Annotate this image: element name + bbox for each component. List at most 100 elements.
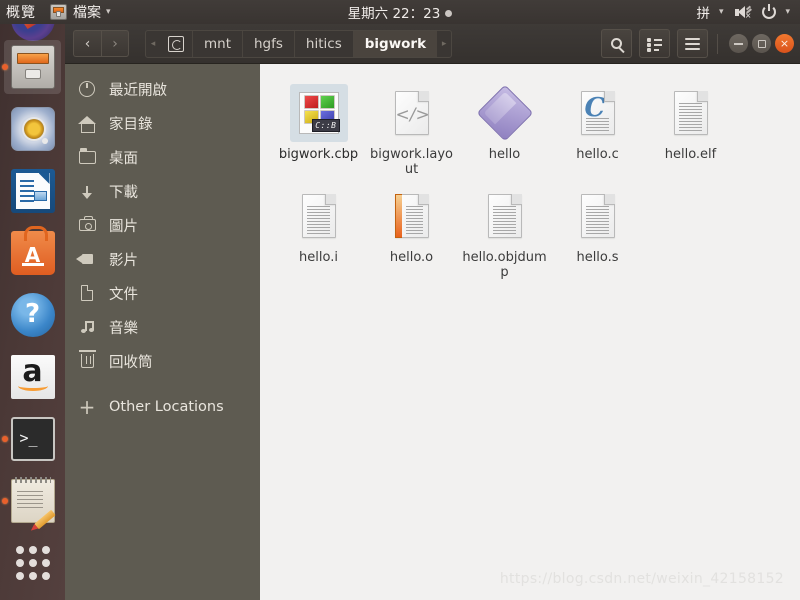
sidebar-item-label: 桌面: [109, 150, 138, 167]
sidebar-item-documents[interactable]: 文件: [65, 276, 260, 310]
window-body: 最近開啟 家目錄 桌面 下載 圖片 影片 文件 音樂 回收筒 + Other L…: [65, 64, 800, 600]
view-toggle-button[interactable]: [639, 29, 670, 58]
breadcrumb-root-device[interactable]: [160, 31, 192, 57]
file-item-bigwork-cbp[interactable]: C::B bigwork.cbp: [272, 80, 365, 183]
xml-document-icon: </>: [394, 91, 430, 135]
sidebar-item-label: 家目錄: [109, 116, 153, 133]
sidebar-item-pictures[interactable]: 圖片: [65, 208, 260, 242]
desktop-screen: 概覽 檔案 ▾ 星期六 22：23 拼 ▾ × ▾ A ? a >_ ‹ › ◂…: [0, 0, 800, 600]
launcher-item-text-editor[interactable]: [0, 470, 65, 532]
maximize-button[interactable]: [752, 34, 771, 53]
amazon-icon: [10, 355, 55, 399]
file-thumbnail: C: [569, 84, 627, 142]
launcher-item-show-applications[interactable]: [0, 532, 65, 594]
file-name-label: hello: [488, 147, 521, 162]
search-button[interactable]: [601, 29, 632, 58]
sound-indicator[interactable]: ×: [731, 0, 754, 24]
minimize-button[interactable]: [729, 34, 748, 53]
forward-button[interactable]: ›: [101, 30, 129, 57]
file-name-label: hello.elf: [664, 147, 717, 162]
file-item-hello-elf[interactable]: hello.elf: [644, 80, 737, 183]
plus-icon: +: [78, 395, 96, 419]
sidebar-item-label: 下載: [109, 184, 138, 201]
clock-dot-icon: [445, 10, 453, 17]
overview-button[interactable]: 概覽: [6, 2, 36, 22]
file-name-label: bigwork.layout: [370, 147, 453, 177]
file-item-hello-s[interactable]: hello.s: [551, 183, 644, 286]
sidebar-item-label: 最近開啟: [109, 82, 167, 99]
video-icon: [75, 249, 97, 269]
c-source-icon: C: [580, 91, 615, 135]
files-icon: [10, 45, 55, 89]
app-menu-title[interactable]: 檔案: [73, 2, 101, 22]
unity-top-panel: 概覽 檔案 ▾ 星期六 22：23 拼 ▾ × ▾: [0, 0, 800, 24]
c-letter-label: C: [584, 93, 606, 123]
breadcrumb-scroll-right-icon[interactable]: ▸: [437, 39, 451, 49]
back-button[interactable]: ‹: [73, 30, 101, 57]
text-document-icon: [487, 194, 522, 238]
file-name-label: hello.i: [299, 250, 338, 265]
launcher-item-files[interactable]: [0, 36, 65, 98]
disk-icon: [168, 35, 184, 52]
system-menu[interactable]: ▾: [758, 0, 794, 24]
app-grid-icon: [15, 546, 50, 580]
file-item-hello[interactable]: hello: [458, 80, 551, 183]
sidebar-item-recent[interactable]: 最近開啟: [65, 72, 260, 106]
libreoffice-icon: [10, 169, 55, 213]
launcher-item-libreoffice[interactable]: [0, 160, 65, 222]
file-item-hello-i[interactable]: hello.i: [272, 183, 365, 286]
sidebar-item-label: 文件: [109, 286, 138, 303]
sidebar-item-desktop[interactable]: 桌面: [65, 140, 260, 174]
chevron-down-icon[interactable]: ▾: [106, 7, 111, 17]
music-icon: [77, 317, 97, 337]
launcher-item-ubuntu-software[interactable]: [0, 222, 65, 284]
sidebar-separator: [65, 378, 260, 390]
sidebar-item-label: 音樂: [109, 320, 138, 337]
file-view[interactable]: C::B bigwork.cbp </> bigwork.layout hell…: [260, 64, 800, 600]
sidebar-item-downloads[interactable]: 下載: [65, 174, 260, 208]
keyboard-indicator[interactable]: 拼 ▾: [692, 0, 727, 24]
rhythmbox-icon: [10, 107, 55, 151]
file-thumbnail: [569, 187, 627, 245]
file-item-hello-c[interactable]: C hello.c: [551, 80, 644, 183]
sidebar-item-trash[interactable]: 回收筒: [65, 344, 260, 378]
breadcrumb-item-hitics[interactable]: hitics: [293, 30, 353, 57]
codeblocks-project-icon: C::B: [298, 92, 340, 134]
toolbar-divider: [717, 33, 718, 54]
running-indicator-dot: [2, 436, 8, 442]
folder-icon: [77, 147, 97, 167]
files-cabinet-icon: [50, 4, 67, 20]
home-icon: [77, 113, 97, 133]
unity-launcher: [0, 0, 65, 600]
file-item-bigwork-layout[interactable]: </> bigwork.layout: [365, 80, 458, 183]
sidebar-item-music[interactable]: 音樂: [65, 310, 260, 344]
sidebar-item-other-locations[interactable]: + Other Locations: [65, 390, 260, 424]
maximize-icon: [757, 39, 766, 48]
launcher-item-rhythmbox[interactable]: [0, 98, 65, 160]
launcher-item-terminal[interactable]: [0, 408, 65, 470]
launcher-item-help[interactable]: [0, 284, 65, 346]
file-item-hello-objdump[interactable]: hello.objdump: [458, 183, 551, 286]
running-indicator-dot: [2, 64, 8, 70]
sidebar-item-label: 影片: [109, 252, 138, 269]
breadcrumb-item-hgfs[interactable]: hgfs: [242, 30, 294, 57]
text-document-icon: [301, 194, 336, 238]
close-button[interactable]: ×: [775, 34, 794, 53]
minimize-icon: [734, 42, 743, 45]
file-name-label: hello.o: [389, 250, 434, 265]
camera-icon: [77, 215, 97, 235]
breadcrumb-item-mnt[interactable]: mnt: [192, 30, 242, 57]
file-thumbnail: [476, 187, 534, 245]
breadcrumb-item-bigwork[interactable]: bigwork: [352, 30, 438, 57]
breadcrumb-scroll-left-icon[interactable]: ◂: [146, 39, 160, 49]
main-menu-button[interactable]: [677, 29, 708, 58]
volume-muted-icon: ×: [735, 5, 753, 19]
sidebar-item-home[interactable]: 家目錄: [65, 106, 260, 140]
launcher-item-amazon[interactable]: [0, 346, 65, 408]
clock-indicator[interactable]: 星期六 22：23: [0, 2, 800, 22]
download-icon: [77, 181, 97, 201]
file-thumbnail: [662, 84, 720, 142]
sidebar-item-videos[interactable]: 影片: [65, 242, 260, 276]
file-item-hello-o[interactable]: hello.o: [365, 183, 458, 286]
ime-label: 拼: [696, 6, 710, 22]
